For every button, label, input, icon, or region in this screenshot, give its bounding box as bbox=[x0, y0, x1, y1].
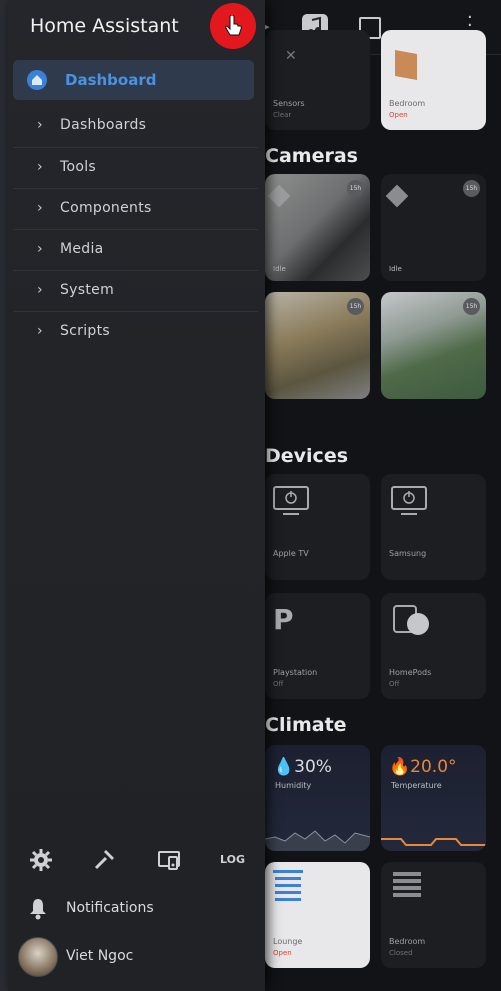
camera-state: Idle bbox=[273, 265, 286, 273]
homepod-icon bbox=[407, 613, 429, 635]
sidebar-item-label: Dashboard bbox=[65, 71, 157, 89]
hand-cursor-icon bbox=[225, 15, 242, 36]
sidebar-item-dashboard[interactable]: Dashboard bbox=[13, 60, 254, 100]
playstation-icon: P bbox=[273, 603, 294, 636]
chevron-right-icon: › bbox=[37, 323, 43, 339]
card-state: Open bbox=[389, 111, 408, 119]
gear-icon[interactable] bbox=[29, 848, 55, 874]
user-name: Viet Ngoc bbox=[66, 948, 134, 964]
app-title: Home Assistant bbox=[30, 15, 179, 37]
tools-row: LOG bbox=[8, 843, 265, 877]
sidebar-item-label: Dashboards bbox=[60, 117, 147, 133]
window-edge bbox=[0, 0, 8, 991]
sidebar-item-label: Scripts bbox=[60, 323, 110, 339]
door-icon bbox=[395, 50, 417, 80]
device-card-homepods[interactable]: HomePods Off bbox=[381, 593, 486, 699]
device-card-apple-tv[interactable]: Apple TV bbox=[265, 474, 370, 580]
camera-card[interactable]: 15h Idle bbox=[265, 174, 370, 281]
hammer-icon[interactable] bbox=[92, 848, 118, 874]
camera-card[interactable]: 15h bbox=[265, 292, 370, 399]
section-title-climate: Climate bbox=[265, 714, 347, 736]
devices-icon[interactable] bbox=[157, 848, 183, 874]
tv-power-icon bbox=[391, 486, 427, 515]
card-name: Bedroom bbox=[389, 99, 426, 108]
sidebar-item-dashboards[interactable]: › Dashboards bbox=[13, 106, 258, 146]
sidebar-item-components[interactable]: › Components bbox=[13, 188, 258, 229]
humidity-value: 💧30% bbox=[273, 757, 332, 777]
sidebar-item-tools[interactable]: › Tools bbox=[13, 147, 258, 188]
climate-label: Temperature bbox=[391, 781, 442, 790]
card-name: Samsung bbox=[389, 549, 427, 558]
sidebar-item-label: System bbox=[60, 282, 115, 298]
section-title-devices: Devices bbox=[265, 445, 349, 467]
status-badge: 15h bbox=[463, 180, 480, 197]
chevron-right-icon: › bbox=[37, 117, 43, 133]
status-badge: 15h bbox=[463, 298, 480, 315]
sensor-icon: ✕ bbox=[285, 48, 297, 64]
user-profile-item[interactable]: Viet Ngoc bbox=[8, 937, 265, 977]
device-card-samsung[interactable]: Samsung bbox=[381, 474, 486, 580]
camera-icon bbox=[385, 184, 409, 208]
device-card-playstation[interactable]: P Playstation Off bbox=[265, 593, 370, 699]
sidebar-item-media[interactable]: › Media bbox=[13, 229, 258, 270]
card-name: HomePods bbox=[389, 668, 432, 677]
card-name: Apple TV bbox=[273, 549, 309, 558]
notifications-label: Notifications bbox=[66, 900, 154, 916]
notifications-item[interactable]: Notifications bbox=[8, 890, 265, 926]
temperature-value: 🔥20.0° bbox=[389, 757, 457, 777]
chevron-right-icon: › bbox=[37, 200, 43, 216]
humidity-sparkline bbox=[265, 830, 370, 851]
chevron-right-icon: › bbox=[37, 159, 43, 175]
section-title-cameras: Cameras bbox=[265, 145, 358, 167]
status-badge: 15h bbox=[347, 180, 364, 197]
card-state: Open bbox=[273, 949, 292, 957]
card-state: Off bbox=[273, 680, 284, 688]
tv-power-icon bbox=[273, 486, 309, 515]
menu-toggle-button[interactable] bbox=[210, 3, 256, 49]
sidebar-item-label: Media bbox=[60, 241, 104, 257]
climate-card-temperature[interactable]: 🔥20.0° Temperature bbox=[381, 745, 486, 851]
blinds-icon bbox=[273, 870, 303, 901]
card-name: Lounge bbox=[273, 937, 303, 946]
bedroom-card[interactable]: Bedroom Open bbox=[381, 30, 486, 130]
climate-card-humidity[interactable]: 💧30% Humidity bbox=[265, 745, 370, 851]
navigation-drawer: Home Assistant Dashboard › Dashboards › … bbox=[8, 0, 265, 991]
log-icon[interactable]: LOG bbox=[220, 853, 250, 879]
status-badge: 15h bbox=[347, 298, 364, 315]
card-name: Sensors bbox=[273, 99, 305, 108]
sidebar-item-label: Tools bbox=[60, 159, 96, 175]
bell-icon bbox=[30, 899, 46, 920]
cover-card-bedroom[interactable]: Bedroom Closed bbox=[381, 862, 486, 968]
sidebar-item-system[interactable]: › System bbox=[13, 270, 258, 311]
sidebar-item-scripts[interactable]: › Scripts bbox=[13, 311, 258, 352]
sidebar-item-label: Components bbox=[60, 200, 152, 216]
temperature-sparkline bbox=[381, 838, 486, 846]
droplet-icon: 💧 bbox=[273, 757, 295, 777]
chevron-right-icon: › bbox=[37, 282, 43, 298]
camera-icon bbox=[267, 184, 291, 208]
cover-card-lounge[interactable]: Lounge Open bbox=[265, 862, 370, 968]
card-name: Playstation bbox=[273, 668, 318, 677]
blinds-icon bbox=[393, 872, 421, 897]
camera-card[interactable]: 15h bbox=[381, 292, 486, 399]
home-icon bbox=[27, 70, 47, 90]
avatar bbox=[18, 937, 58, 977]
sensors-card[interactable]: ✕ Sensors Clear bbox=[265, 30, 370, 130]
fire-icon: 🔥 bbox=[389, 757, 411, 777]
card-state: Closed bbox=[389, 949, 413, 957]
chevron-right-icon: › bbox=[37, 241, 43, 257]
camera-state: Idle bbox=[389, 265, 402, 273]
card-name: Bedroom bbox=[389, 937, 426, 946]
card-state: Off bbox=[389, 680, 400, 688]
card-state: Clear bbox=[273, 111, 292, 119]
camera-card[interactable]: 15h Idle bbox=[381, 174, 486, 281]
climate-label: Humidity bbox=[275, 781, 312, 790]
